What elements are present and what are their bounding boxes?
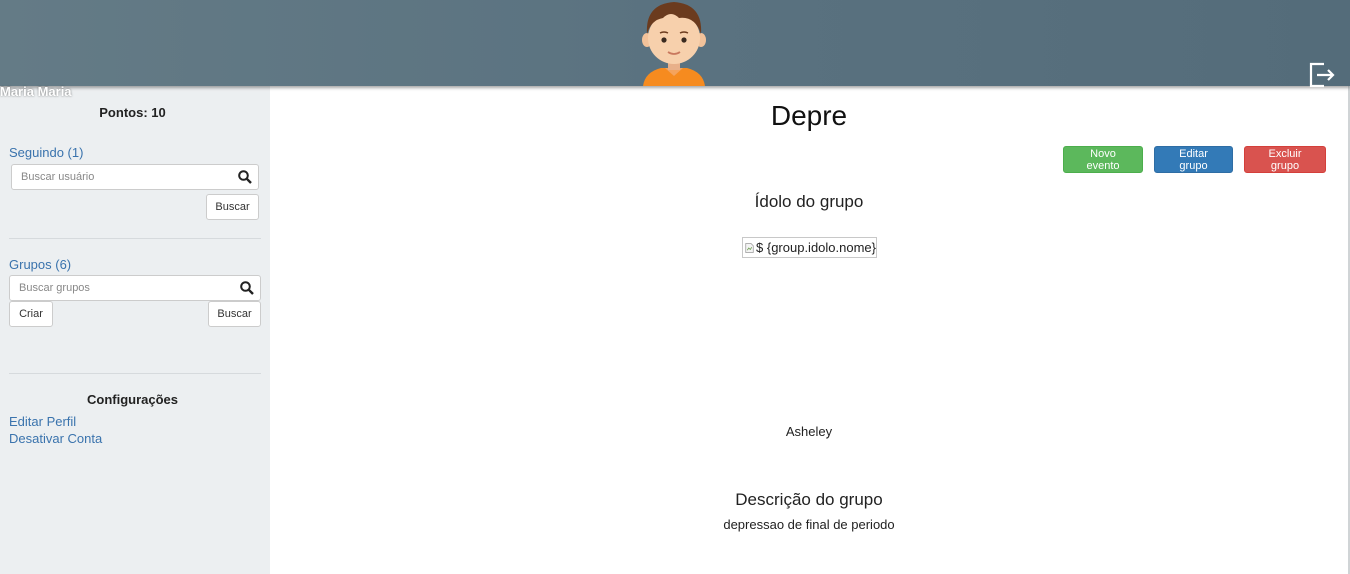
sidebar: Pontos: 10 Seguindo (1) Buscar Grupos (6…: [0, 86, 270, 574]
groups-link[interactable]: Grupos (6): [9, 257, 71, 272]
search-groups-button[interactable]: Buscar: [208, 301, 261, 327]
description-heading: Descrição do grupo: [735, 490, 883, 509]
edit-group-button[interactable]: Editar grupo: [1154, 146, 1233, 173]
logout-icon[interactable]: [1308, 60, 1336, 90]
idol-heading: Ídolo do grupo: [754, 192, 864, 211]
points-label: Pontos: 10: [99, 105, 166, 120]
search-groups-box: [9, 275, 261, 301]
create-group-button[interactable]: Criar: [9, 301, 53, 327]
main-content: Depre Novo evento Editar grupo Excluir g…: [270, 86, 1348, 574]
idol-name: Asheley: [785, 424, 833, 439]
broken-image-icon: [745, 242, 754, 253]
following-link[interactable]: Seguindo (1): [9, 145, 83, 160]
divider: [9, 373, 261, 374]
user-name: Maria Maria: [0, 84, 72, 99]
idol-image-alt-text: $ {group.idolo.nome}: [756, 240, 876, 255]
avatar-boy-icon[interactable]: [635, 0, 713, 86]
top-header: [0, 0, 1350, 88]
new-event-button[interactable]: Novo evento: [1063, 146, 1143, 173]
page-title: Depre: [770, 100, 848, 131]
idol-image: $ {group.idolo.nome}: [742, 237, 877, 258]
description-text: depressao de final de periodo: [723, 517, 895, 532]
settings-title: Configurações: [86, 392, 178, 407]
divider: [9, 238, 261, 239]
search-icon[interactable]: [238, 170, 252, 184]
deactivate-account-link[interactable]: Desativar Conta: [9, 431, 102, 446]
search-users-input[interactable]: [12, 165, 222, 189]
edit-profile-link[interactable]: Editar Perfil: [9, 414, 76, 429]
search-users-box: [11, 164, 259, 190]
search-users-button[interactable]: Buscar: [206, 194, 259, 220]
delete-group-button[interactable]: Excluir grupo: [1244, 146, 1326, 173]
search-groups-input[interactable]: [10, 276, 220, 300]
search-icon[interactable]: [240, 281, 254, 295]
